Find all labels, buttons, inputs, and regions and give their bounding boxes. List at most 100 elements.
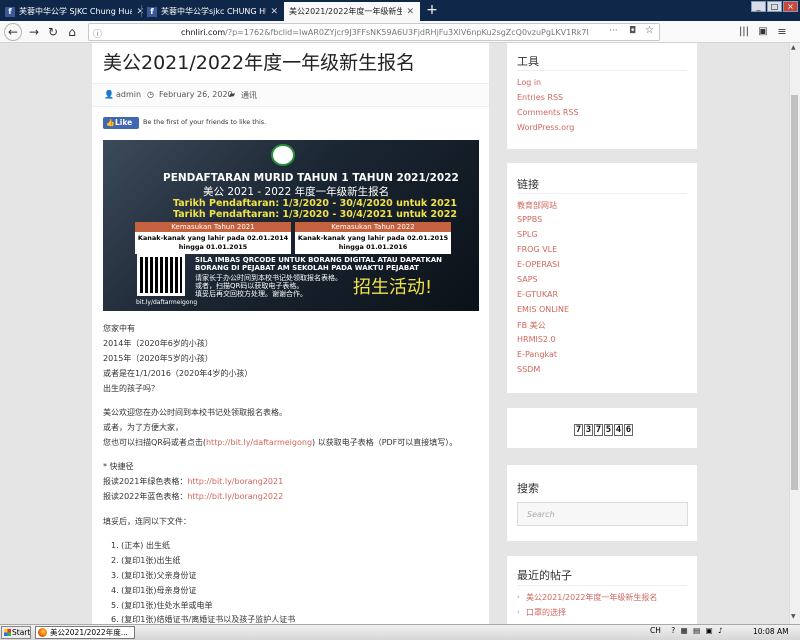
start-button[interactable]: Start bbox=[1, 626, 31, 639]
article-panel bbox=[92, 43, 489, 624]
scroll-up-icon[interactable]: ▲ bbox=[791, 44, 796, 51]
network-icon[interactable]: ▤ bbox=[693, 626, 700, 635]
taskbar-firefox-item[interactable]: 美公2021/2022年度... bbox=[35, 626, 135, 639]
tab-label: 芙蓉中华公学 SJKC Chung Hua M... bbox=[19, 7, 133, 16]
counter-digit: 7 bbox=[594, 424, 603, 436]
library-icon[interactable]: ||| bbox=[736, 24, 752, 40]
facebook-icon: f bbox=[147, 6, 157, 17]
more-actions-icon[interactable]: ··· bbox=[609, 26, 618, 36]
sidebar-link-saps[interactable]: SAPS bbox=[517, 275, 538, 284]
document-item: 6. (复印1张)结婚证书/离婚证书以及孩子监护人证书 bbox=[111, 615, 296, 624]
maximize-button[interactable]: □ bbox=[767, 1, 782, 12]
tab-active-post[interactable]: 美公2021/2022年度一年级新生报名 ✕ bbox=[284, 2, 420, 21]
sidebar-link-fb[interactable]: FB 美公 bbox=[517, 320, 546, 331]
daftar-link[interactable]: http://bit.ly/daftarmeigong bbox=[206, 438, 312, 447]
sidebar-link-splg[interactable]: SPLG bbox=[517, 230, 538, 239]
poster-date-2022: Tarikh Pendaftaran: 1/3/2020 - 30/4/2021… bbox=[173, 209, 457, 220]
body-line: 填妥后，连同以下文件： bbox=[103, 517, 191, 526]
sidebar-link-sppbs[interactable]: SPPBS bbox=[517, 215, 542, 224]
comments-rss-link[interactable]: Comments RSS bbox=[517, 108, 579, 117]
school-logo bbox=[271, 144, 295, 166]
intake-2022-header: Kemasukan Tahun 2022 bbox=[295, 222, 451, 232]
info-icon[interactable]: ⓘ bbox=[93, 27, 102, 40]
document-item: 4. (复印1张)母亲身份证 bbox=[111, 586, 197, 595]
sidebar-link-ssdm[interactable]: SSDM bbox=[517, 365, 540, 374]
help-icon[interactable]: ? bbox=[671, 626, 675, 635]
url-host: chnliri.com bbox=[181, 28, 226, 37]
post-title: 美公2021/2022年度一年级新生报名 bbox=[103, 52, 416, 74]
security-icon[interactable]: ▣ bbox=[706, 626, 713, 635]
poster-date-2021: Tarikh Pendaftaran: 1/3/2020 - 30/4/2020… bbox=[173, 198, 457, 209]
close-icon[interactable]: ✕ bbox=[406, 7, 414, 17]
post-date[interactable]: February 26, 2020 bbox=[159, 90, 233, 99]
navigation-toolbar: ← → ↻ ⌂ ⓘ chnliri.com/?p=1762&fbclid=IwA… bbox=[0, 21, 800, 43]
pocket-icon[interactable]: ◘ bbox=[629, 26, 636, 36]
menu-icon[interactable]: ≡ bbox=[774, 24, 790, 40]
sidebar-link-frog-vle[interactable]: FROG VLE bbox=[517, 245, 557, 254]
tab-chunghua-fb-2[interactable]: f 芙蓉中华公学sjkc CHUNG HUA Lul... ✕ bbox=[142, 2, 284, 21]
home-button[interactable]: ⌂ bbox=[64, 24, 80, 40]
form-2021-link[interactable]: http://bit.ly/borang2021 bbox=[187, 477, 283, 486]
post-author[interactable]: admin bbox=[116, 90, 141, 99]
recent-post-link[interactable]: 口罩的选择 bbox=[526, 607, 566, 618]
clock-icon: ◷ bbox=[147, 90, 154, 99]
system-tray: CH ? ▦ ▤ ▣ ♪ bbox=[650, 626, 723, 635]
close-window-button[interactable]: × bbox=[783, 1, 798, 12]
body-line: * 快捷径 bbox=[103, 462, 134, 471]
divider bbox=[517, 193, 687, 194]
language-indicator[interactable]: CH bbox=[650, 626, 661, 635]
back-button[interactable]: ← bbox=[4, 23, 22, 41]
scroll-down-icon[interactable]: ▼ bbox=[791, 613, 796, 620]
login-link[interactable]: Log in bbox=[517, 78, 541, 87]
minimize-button[interactable]: _ bbox=[751, 1, 766, 12]
visitor-counter: 7 3 7 5 4 6 bbox=[574, 424, 634, 436]
body-line: 美公欢迎您在办公时间到本校书记处领取报名表格。 bbox=[103, 408, 287, 417]
scrollbar-thumb[interactable] bbox=[791, 95, 798, 490]
close-icon[interactable]: ✕ bbox=[270, 7, 278, 17]
document-item: 1. (正本) 出生纸 bbox=[111, 541, 170, 550]
tab-chunghua-fb-1[interactable]: f 芙蓉中华公学 SJKC Chung Hua M... ✕ bbox=[0, 2, 150, 21]
fb-like-text: Be the first of your friends to like thi… bbox=[143, 118, 267, 126]
sidebar-link-e-pangkat[interactable]: E-Pangkat bbox=[517, 350, 557, 359]
facebook-icon: f bbox=[5, 6, 15, 17]
poster-note-bm: SILA IMBAS QRCODE UNTUK BORANG DIGITAL A… bbox=[195, 256, 443, 272]
document-item: 2. (复印1张)出生纸 bbox=[111, 556, 181, 565]
sidebar-link-hrmis[interactable]: HRMIS2.0 bbox=[517, 335, 556, 344]
sidebar-link-e-gtukar[interactable]: E-GTUKAR bbox=[517, 290, 558, 299]
sidebar-link-moe[interactable]: 教育部网站 bbox=[517, 200, 557, 211]
reload-button[interactable]: ↻ bbox=[45, 24, 61, 40]
counter-digit: 3 bbox=[584, 424, 593, 436]
divider bbox=[517, 70, 687, 71]
bullet-icon: › bbox=[517, 593, 520, 601]
bookmark-star-icon[interactable]: ☆ bbox=[645, 25, 654, 36]
recent-posts-title: 最近的帖子 bbox=[517, 569, 572, 582]
author-icon: 👤 bbox=[104, 90, 114, 99]
firefox-icon bbox=[38, 628, 47, 637]
new-tab-button[interactable]: + bbox=[423, 2, 441, 20]
sidebar-icon[interactable]: ▣ bbox=[755, 24, 771, 40]
form-2022-link[interactable]: http://bit.ly/borang2022 bbox=[187, 492, 283, 501]
tray-icon[interactable]: ▦ bbox=[681, 626, 688, 635]
bullet-icon: › bbox=[517, 608, 520, 616]
forward-button[interactable]: → bbox=[26, 24, 42, 40]
sidebar-link-e-operasi[interactable]: E-OPERASI bbox=[517, 260, 559, 269]
fb-like-button[interactable]: 👍 Like bbox=[103, 117, 139, 129]
volume-icon[interactable]: ♪ bbox=[718, 626, 723, 635]
wordpress-link[interactable]: WordPress.org bbox=[517, 123, 574, 132]
post-category[interactable]: 通讯 bbox=[241, 90, 257, 101]
tab-label: 芙蓉中华公学sjkc CHUNG HUA Lul... bbox=[161, 7, 266, 16]
document-item: 3. (复印1张)父亲身份证 bbox=[111, 571, 197, 580]
qr-prefix: 您也可以扫描QR码或者点击( bbox=[103, 438, 206, 447]
url-bar[interactable]: ⓘ chnliri.com/?p=1762&fbclid=IwAR0ZYjcr9… bbox=[88, 23, 660, 41]
form-2021-line: 报读2021年绿色表格：http://bit.ly/borang2021 bbox=[103, 476, 283, 487]
body-line: 或者，为了方便大家， bbox=[103, 423, 183, 432]
sidebar-link-emis-online[interactable]: EMIS ONLINE bbox=[517, 305, 569, 314]
entries-rss-link[interactable]: Entries RSS bbox=[517, 93, 563, 102]
system-clock: 10:08 AM bbox=[753, 627, 789, 636]
recent-post-link[interactable]: 美公2021/2022年度一年级新生报名 bbox=[526, 592, 657, 603]
poster-short-link: bit.ly/daftarmeigong bbox=[136, 299, 198, 306]
divider bbox=[517, 585, 687, 586]
form-2022-label: 报读2022年蓝色表格： bbox=[103, 492, 188, 501]
intake-2021-body: Kanak-kanak yang lahir pada 02.01.2014 h… bbox=[135, 232, 291, 254]
form-2022-line: 报读2022年蓝色表格：http://bit.ly/borang2022 bbox=[103, 491, 283, 502]
